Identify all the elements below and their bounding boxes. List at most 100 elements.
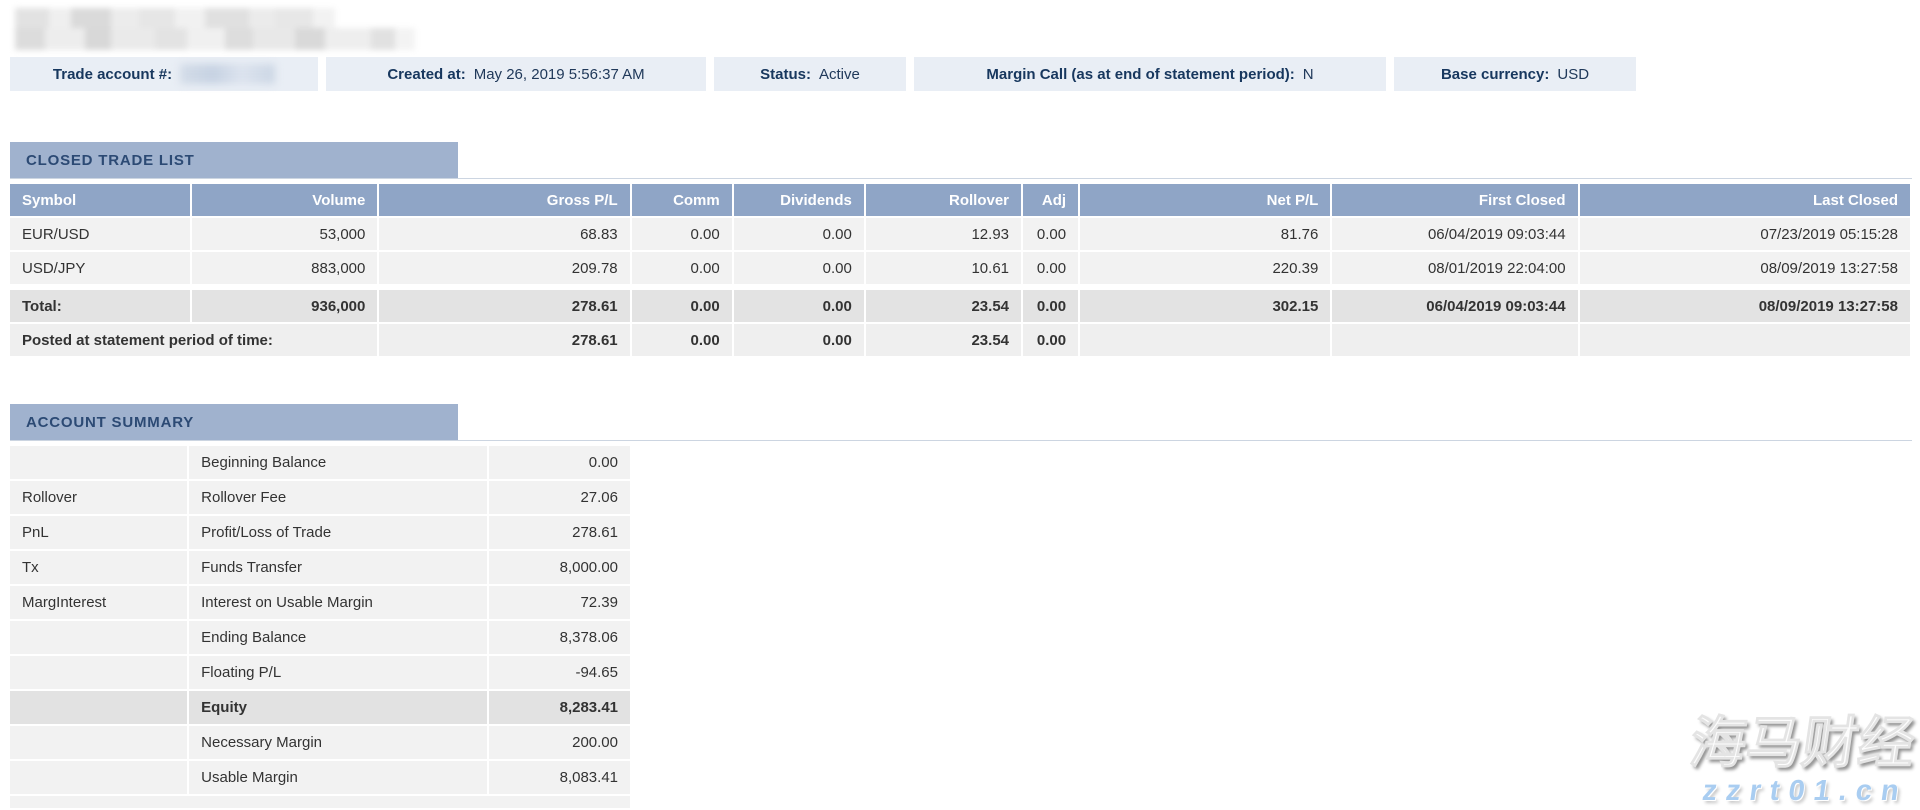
summary-row-equity: Equity 8,283.41 (10, 691, 630, 724)
col-symbol: Symbol (10, 184, 190, 216)
cell-volume: 53,000 (192, 218, 377, 250)
posted-first-closed (1332, 324, 1577, 356)
cell-last-closed: 08/09/2019 13:27:58 (1580, 252, 1910, 284)
summary-value: 8,283.41 (489, 691, 630, 724)
info-trade-account: Trade account #: (10, 57, 318, 91)
closed-trade-list-title: CLOSED TRADE LIST (10, 142, 458, 178)
created-at-value: May 26, 2019 5:56:37 AM (474, 66, 645, 83)
summary-row: Necessary Margin 200.00 (10, 726, 630, 759)
cell-gross-pl: 68.83 (379, 218, 629, 250)
summary-row: Rollover Rollover Fee 27.06 (10, 481, 630, 514)
col-adj: Adj (1023, 184, 1078, 216)
cell-adj: 0.00 (1023, 218, 1078, 250)
table-row: EUR/USD 53,000 68.83 0.00 0.00 12.93 0.0… (10, 218, 1910, 250)
posted-last-closed (1580, 324, 1910, 356)
summary-value: 8,378.06 (489, 621, 630, 654)
summary-value: -94.65 (489, 656, 630, 689)
total-label: Total: (10, 290, 190, 322)
cell-rollover: 12.93 (866, 218, 1021, 250)
col-dividends: Dividends (734, 184, 864, 216)
info-base-currency: Base currency: USD (1394, 57, 1636, 91)
summary-code (10, 621, 187, 654)
summary-row: Tx Funds Transfer 8,000.00 (10, 551, 630, 584)
base-currency-value: USD (1557, 66, 1589, 83)
summary-name: Equity (189, 691, 487, 724)
summary-name: Profit/Loss of Trade (189, 516, 487, 549)
posted-label: Posted at statement period of time: (10, 324, 377, 356)
total-first-closed: 06/04/2019 09:03:44 (1332, 290, 1577, 322)
created-at-label: Created at: (387, 66, 465, 83)
cell-first-closed: 06/04/2019 09:03:44 (1332, 218, 1577, 250)
col-net-pl: Net P/L (1080, 184, 1330, 216)
summary-value: 200.00 (489, 726, 630, 759)
account-summary-title-row: ACCOUNT SUMMARY (10, 404, 1912, 441)
summary-name: Necessary Margin (189, 726, 487, 759)
summary-code (10, 656, 187, 689)
summary-value: 0.00 (489, 446, 630, 479)
summary-code (10, 691, 187, 724)
closed-trade-list-section: CLOSED TRADE LIST Symbol Volume Gross P/… (10, 142, 1912, 358)
trade-header-row: Symbol Volume Gross P/L Comm Dividends R… (10, 184, 1910, 216)
summary-code (10, 761, 187, 794)
posted-row: Posted at statement period of time: 278.… (10, 324, 1910, 356)
cell-volume: 883,000 (192, 252, 377, 284)
status-label: Status: (760, 66, 811, 83)
total-row: Total: 936,000 278.61 0.00 0.00 23.54 0.… (10, 290, 1910, 322)
summary-row: PnL Profit/Loss of Trade 278.61 (10, 516, 630, 549)
cell-first-closed: 08/01/2019 22:04:00 (1332, 252, 1577, 284)
total-gross-pl: 278.61 (379, 290, 629, 322)
trade-account-label: Trade account #: (53, 66, 172, 83)
row-gap (10, 286, 1910, 288)
margin-call-value: N (1303, 66, 1314, 83)
summary-value: 27.06 (489, 481, 630, 514)
summary-row: Floating P/L -94.65 (10, 656, 630, 689)
summary-name: Funds Transfer (189, 551, 487, 584)
summary-row: Ending Balance 8,378.06 (10, 621, 630, 654)
summary-row: Beginning Balance 0.00 (10, 446, 630, 479)
account-summary-title: ACCOUNT SUMMARY (10, 404, 458, 440)
summary-value: 72.39 (489, 586, 630, 619)
total-last-closed: 08/09/2019 13:27:58 (1580, 290, 1910, 322)
cell-symbol: USD/JPY (10, 252, 190, 284)
margin-call-label: Margin Call (as at end of statement peri… (986, 66, 1294, 83)
posted-comm: 0.00 (632, 324, 732, 356)
summary-row: MargInterest Interest on Usable Margin 7… (10, 586, 630, 619)
cell-symbol: EUR/USD (10, 218, 190, 250)
redacted-logo-row (15, 28, 415, 50)
cell-net-pl: 81.76 (1080, 218, 1330, 250)
posted-net-pl (1080, 324, 1330, 356)
closed-trade-list-title-row: CLOSED TRADE LIST (10, 142, 1912, 179)
col-last-closed: Last Closed (1580, 184, 1910, 216)
cut-off-row (10, 796, 630, 808)
summary-code: Rollover (10, 481, 187, 514)
summary-name: Ending Balance (189, 621, 487, 654)
watermark-site-text: zzrt01.cn (1681, 775, 1910, 808)
summary-code (10, 726, 187, 759)
summary-name: Beginning Balance (189, 446, 487, 479)
trade-account-redacted-value (180, 64, 275, 84)
cell-last-closed: 07/23/2019 05:15:28 (1580, 218, 1910, 250)
summary-row: Usable Margin 8,083.41 (10, 761, 630, 794)
table-row: USD/JPY 883,000 209.78 0.00 0.00 10.61 0… (10, 252, 1910, 284)
total-net-pl: 302.15 (1080, 290, 1330, 322)
cell-dividends: 0.00 (734, 252, 864, 284)
cell-dividends: 0.00 (734, 218, 864, 250)
summary-value: 8,000.00 (489, 551, 630, 584)
redacted-logo (15, 8, 415, 50)
base-currency-label: Base currency: (1441, 66, 1549, 83)
col-comm: Comm (632, 184, 732, 216)
watermark: 海马财经 zzrt01.cn (1681, 714, 1918, 808)
info-status: Status: Active (714, 57, 906, 91)
cell-gross-pl: 209.78 (379, 252, 629, 284)
account-summary-table: Beginning Balance 0.00 Rollover Rollover… (8, 444, 632, 796)
total-comm: 0.00 (632, 290, 732, 322)
total-dividends: 0.00 (734, 290, 864, 322)
cell-rollover: 10.61 (866, 252, 1021, 284)
statement-page: Trade account #: Created at: May 26, 201… (0, 0, 1920, 810)
cell-adj: 0.00 (1023, 252, 1078, 284)
account-info-bar: Trade account #: Created at: May 26, 201… (10, 57, 1636, 91)
summary-code: MargInterest (10, 586, 187, 619)
total-volume: 936,000 (192, 290, 377, 322)
summary-value: 8,083.41 (489, 761, 630, 794)
watermark-chinese-text: 海马财经 (1686, 714, 1918, 773)
